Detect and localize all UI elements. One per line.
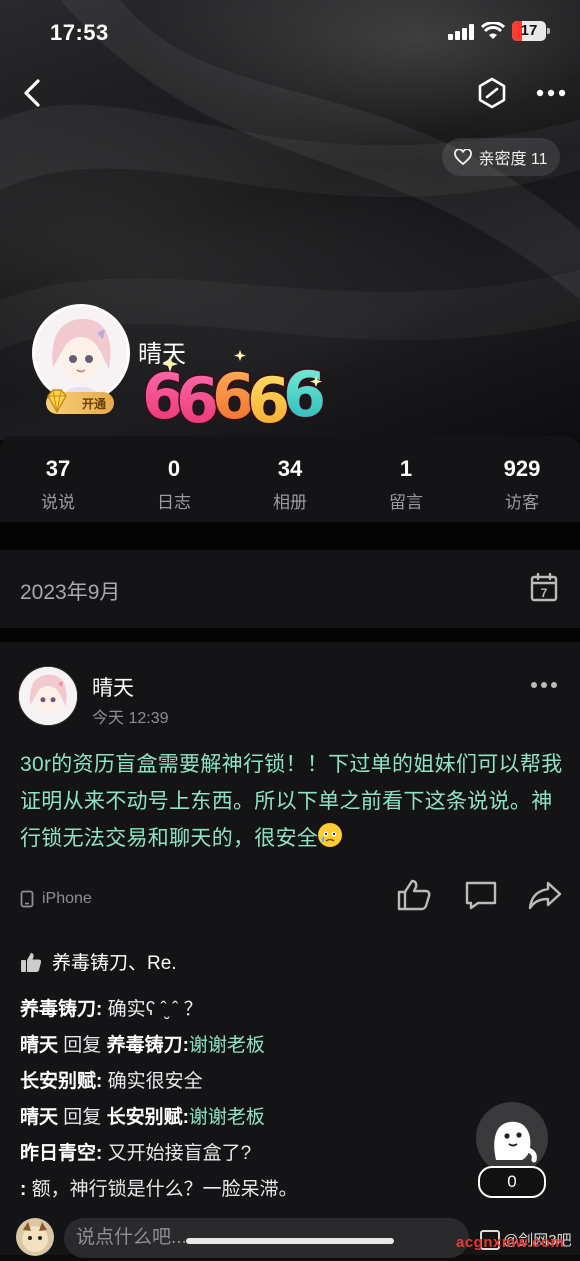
watermark-url: acgnxmw.com (456, 1234, 565, 1251)
back-icon[interactable] (18, 76, 48, 110)
hexagon-pen-icon[interactable] (476, 76, 508, 110)
cellular-signal-icon (448, 24, 474, 40)
status-time: 17:53 (50, 20, 109, 45)
comment-text: 确实ʕ ˆ̮ ˆ ？ (107, 999, 203, 1020)
moved-to-tears-emoji-icon (318, 823, 343, 847)
stat-label: 留言 (389, 493, 423, 512)
timeline-month-row: 2023年9月 (0, 550, 580, 628)
66666-sticker: 6 6 6 6 6 (141, 350, 326, 430)
comment-text: 又开始接盲盒了? (107, 1143, 252, 1164)
comment-text: 谢谢老板 (188, 1035, 265, 1056)
comment-author[interactable]: 晴天 (20, 1107, 58, 1128)
status-bar: 17:53 17 (0, 18, 580, 46)
likes-names: 养毒铸刀、Re. (52, 953, 177, 974)
section-divider (0, 522, 580, 550)
stat-label: 访客 (505, 493, 539, 512)
comment-item[interactable]: 晴天 回复 养毒铸刀:谢谢老板 (20, 1028, 560, 1064)
post-content: 30r的资历盲盒需要解神行锁！！下过单的姐妹们可以帮我证明从来不动号上东西。所以… (20, 746, 565, 857)
ghost-bubble (476, 1102, 548, 1174)
wifi-icon (481, 22, 505, 39)
reply-target[interactable]: 长安别赋: (107, 1107, 189, 1128)
floating-ghost-button[interactable]: 0 (476, 1102, 548, 1198)
ghost-icon (494, 1121, 537, 1163)
intimacy-button[interactable]: 亲密度 11 (442, 138, 560, 176)
section-divider (0, 628, 580, 642)
post-text: 30r的资历盲盒需要解神行锁！！下过单的姐妹们可以帮我证明从来不动号上东西。所以… (20, 753, 563, 850)
dog-avatar-icon (22, 1222, 48, 1252)
reply-target[interactable]: 养毒铸刀: (107, 1035, 189, 1056)
post-time: 今天 12:39 (92, 710, 169, 727)
stat-messages[interactable]: 1 留言 (348, 436, 464, 522)
stat-value: 0 (167, 456, 181, 481)
reply-word: 回复 (63, 1035, 102, 1056)
more-icon[interactable] (536, 88, 566, 98)
home-indicator[interactable] (186, 1238, 394, 1244)
comment-author[interactable]: 长安别赋: (20, 1071, 102, 1092)
phone-icon (20, 890, 34, 908)
stat-value: 1 (399, 456, 413, 481)
stat-label: 说说 (41, 493, 75, 512)
post-more-icon[interactable] (530, 680, 558, 690)
stat-blog[interactable]: 0 日志 (116, 436, 232, 522)
post-author-avatar[interactable] (18, 666, 78, 726)
sticker-char-5: 6 (283, 358, 326, 430)
stat-shuoshuo[interactable]: 37 说说 (0, 436, 116, 522)
comment-text: 谢谢老板 (188, 1107, 265, 1128)
vip-open-badge[interactable]: 开通 (46, 389, 114, 414)
reply-word: 回复 (63, 1107, 102, 1128)
battery-icon: 17 (512, 21, 550, 41)
comment-text: 额，神行锁是什么？一脸呆滞。 (31, 1179, 298, 1200)
timeline-month: 2023年9月 (20, 581, 121, 604)
stat-label: 日志 (157, 493, 191, 512)
thumbs-up-filled-icon (21, 952, 42, 972)
device-name: iPhone (42, 890, 92, 907)
stat-value: 929 (503, 456, 541, 481)
diamond-icon (47, 389, 67, 414)
stat-label: 相册 (273, 493, 307, 512)
comment-author[interactable]: 昨日青空: (20, 1143, 102, 1164)
comment-item[interactable]: 养毒铸刀: 确实ʕ ˆ̮ ˆ ？ (20, 992, 560, 1028)
post-author[interactable]: 晴天 (92, 672, 134, 702)
comment-item[interactable]: 长安别赋: 确实很安全 (20, 1064, 560, 1100)
stat-value: 34 (277, 456, 303, 481)
anime-girl-avatar (19, 667, 77, 725)
intimacy-label: 亲密度 11 (478, 151, 548, 168)
share-icon[interactable] (528, 880, 562, 910)
stat-visitors[interactable]: 929 访客 (464, 436, 580, 522)
post-device: iPhone (20, 890, 92, 908)
ghost-count: 0 (478, 1166, 546, 1198)
like-icon[interactable] (396, 878, 432, 912)
calendar-day: 7 (541, 586, 548, 600)
battery-level: 17 (520, 22, 538, 39)
vip-label: 开通 (81, 396, 106, 411)
profile-stats: 37 说说 0 日志 34 相册 1 留言 929 访客 (0, 436, 580, 522)
comment-icon[interactable] (464, 880, 498, 910)
comment-author[interactable]: 晴天 (20, 1035, 58, 1056)
my-avatar[interactable] (16, 1218, 54, 1256)
calendar-icon[interactable]: 7 (530, 572, 558, 602)
stat-value: 37 (45, 456, 71, 481)
comment-text: 确实很安全 (107, 1071, 203, 1092)
comment-author[interactable]: : (20, 1179, 26, 1200)
likes-row[interactable]: 养毒铸刀、Re. (20, 948, 177, 975)
heart-icon (454, 149, 473, 165)
comment-author[interactable]: 养毒铸刀: (20, 999, 102, 1020)
stat-album[interactable]: 34 相册 (232, 436, 348, 522)
